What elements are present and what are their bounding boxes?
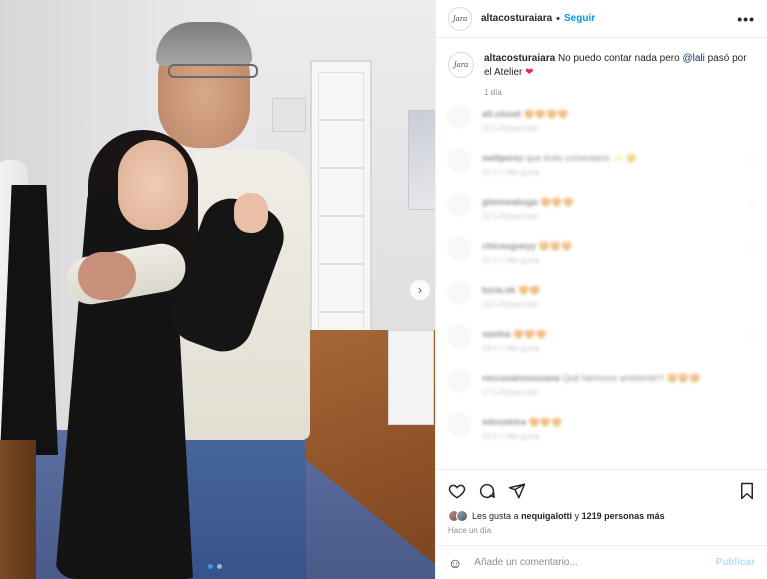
carousel-dot <box>217 564 222 569</box>
comment-avatar[interactable] <box>448 326 470 348</box>
comment-username[interactable]: lucia.ok <box>482 285 516 295</box>
carousel-next-button[interactable]: › <box>410 280 430 300</box>
man-glasses <box>168 64 258 78</box>
action-icons <box>448 480 755 502</box>
caption-avatar[interactable]: Jara <box>448 52 474 78</box>
follow-button[interactable]: Seguir <box>564 13 595 24</box>
comment-username[interactable]: alt.closet <box>482 109 521 119</box>
liker-avatars[interactable] <box>448 510 468 522</box>
carousel-indicator <box>208 564 222 569</box>
man-hand <box>78 252 136 300</box>
comment-meta: 16 h 1 Me gusta <box>482 432 540 441</box>
comment-item[interactable]: alt.closet 😍😍😍😍 23 h Responder <box>448 106 755 150</box>
post-caption: Jara altacosturaiara No puedo contar nad… <box>436 38 767 100</box>
instagram-post: › Jara altacosturaiara • Seguir ••• Jara… <box>0 0 767 579</box>
comment-text: Qué hermoso ambiente!!! 🤩🤩😍 <box>562 373 701 383</box>
comment-meta: 23 h Responder <box>482 124 539 133</box>
caption-text-start: No puedo contar nada pero <box>557 53 680 64</box>
post-timestamp: Hace un día <box>448 526 492 535</box>
caption-username[interactable]: altacosturaiara <box>484 53 555 64</box>
comment-username[interactable]: chicasgueyy <box>482 241 536 251</box>
comment-text: 😍😍😍 <box>513 329 547 339</box>
comment-avatar[interactable] <box>448 194 470 216</box>
comment-username[interactable]: mtrosteira <box>482 417 526 427</box>
likes-count-link[interactable]: 1219 personas más <box>582 511 665 521</box>
comment-avatar[interactable] <box>448 370 470 392</box>
comment-item[interactable]: mtrosteira 😍😍😍 16 h 1 Me gusta <box>448 414 755 458</box>
comment-item[interactable]: vanina 😍😍😍 18 h 1 Me gusta ♡ <box>448 326 755 370</box>
liker-username[interactable]: nequigalotti <box>521 511 572 521</box>
side-table <box>388 330 434 425</box>
comment-text: 🤩🤩🤩 <box>538 241 573 251</box>
comment-item[interactable]: meliperez que lindo comentario ✨ 😊 21 h … <box>448 150 755 194</box>
comment-text: 😍😍😍 <box>540 197 574 207</box>
comment-text: 😍😍😍 <box>528 417 563 427</box>
comment-item[interactable]: chicasgueyy 🤩🤩🤩 20 h 1 Me gusta ♡ <box>448 238 755 282</box>
caption-text: altacosturaiara No puedo contar nada per… <box>484 52 755 80</box>
heart-emoji: ❤ <box>525 67 534 78</box>
header-separator: • <box>556 12 561 25</box>
comment-item[interactable]: roccasalvosusana Qué hermoso ambiente!!!… <box>448 370 755 414</box>
account-avatar[interactable]: Jara <box>448 6 472 31</box>
publish-button[interactable]: Publicar <box>716 557 755 568</box>
wall-picture <box>408 110 435 210</box>
bookmark-icon[interactable] <box>739 482 755 500</box>
comment-meta: 20 h 1 Me gusta <box>482 256 540 265</box>
more-options-icon[interactable]: ••• <box>737 11 755 27</box>
comment-item[interactable]: lucia.ok 😍😍 19 h Responder <box>448 282 755 326</box>
comment-username[interactable]: gimmeabuga <box>482 197 538 207</box>
post-sidebar: Jara altacosturaiara • Seguir ••• Jara a… <box>435 0 767 579</box>
woman-hand <box>234 193 268 233</box>
comment-like-icon[interactable]: ♡ <box>748 150 755 165</box>
caption-mention-link[interactable]: @lali <box>682 53 704 64</box>
comment-like-icon[interactable]: ♡ <box>748 326 755 341</box>
comment-username[interactable]: meliperez <box>482 153 524 163</box>
account-username[interactable]: altacosturaiara <box>481 13 552 24</box>
man-hair <box>156 22 252 66</box>
comment-meta: 17 h Responder <box>482 388 539 397</box>
caption-time: 1 día <box>484 88 502 97</box>
comment-username[interactable]: roccasalvosusana <box>482 373 560 383</box>
comments-list[interactable]: alt.closet 😍😍😍😍 23 h Responder meliperez… <box>436 100 767 469</box>
comment-text: que lindo comentario ✨ 😊 <box>526 153 638 163</box>
post-photo[interactable]: › <box>0 0 435 579</box>
woman-face <box>118 140 188 230</box>
air-conditioner <box>272 98 306 132</box>
post-actions: Les gusta a nequigalotti y 1219 personas… <box>436 469 767 535</box>
comment-icon[interactable] <box>478 482 496 500</box>
avatar-logo-text: Jara <box>452 14 468 23</box>
comment-text: 😍😍😍😍 <box>523 109 569 119</box>
comment-meta: 18 h 1 Me gusta <box>482 344 540 353</box>
comment-like-icon[interactable]: ♡ <box>748 194 755 209</box>
comment-username[interactable]: vanina <box>482 329 511 339</box>
comment-meta: 21 h 1 Me gusta <box>482 168 540 177</box>
comment-avatar[interactable] <box>448 414 470 436</box>
carousel-dot <box>208 564 213 569</box>
comment-avatar[interactable] <box>448 150 470 172</box>
comment-like-icon[interactable]: ♡ <box>748 238 755 253</box>
likes-middle: y <box>574 511 580 521</box>
likes-prefix: Les gusta a <box>472 511 519 521</box>
comment-avatar[interactable] <box>448 282 470 304</box>
avatar-logo-text: Jara <box>453 61 469 69</box>
heart-icon[interactable] <box>448 482 466 500</box>
wooden-stool <box>0 440 36 579</box>
comment-avatar[interactable] <box>448 106 470 128</box>
emoji-icon[interactable]: ☺ <box>448 555 462 571</box>
comment-meta: 22 h Responder <box>482 212 539 221</box>
post-header: Jara altacosturaiara • Seguir ••• <box>436 0 767 38</box>
comment-text: 😍😍 <box>518 285 541 295</box>
comment-meta: 19 h Responder <box>482 300 539 309</box>
comment-input[interactable] <box>474 557 716 568</box>
comment-item[interactable]: gimmeabuga 😍😍😍 22 h Responder ♡ <box>448 194 755 238</box>
likes-summary: Les gusta a nequigalotti y 1219 personas… <box>448 510 755 522</box>
add-comment-bar: ☺ Publicar <box>436 545 767 579</box>
comment-avatar[interactable] <box>448 238 470 260</box>
chevron-right-icon: › <box>418 283 422 297</box>
share-icon[interactable] <box>508 482 526 500</box>
